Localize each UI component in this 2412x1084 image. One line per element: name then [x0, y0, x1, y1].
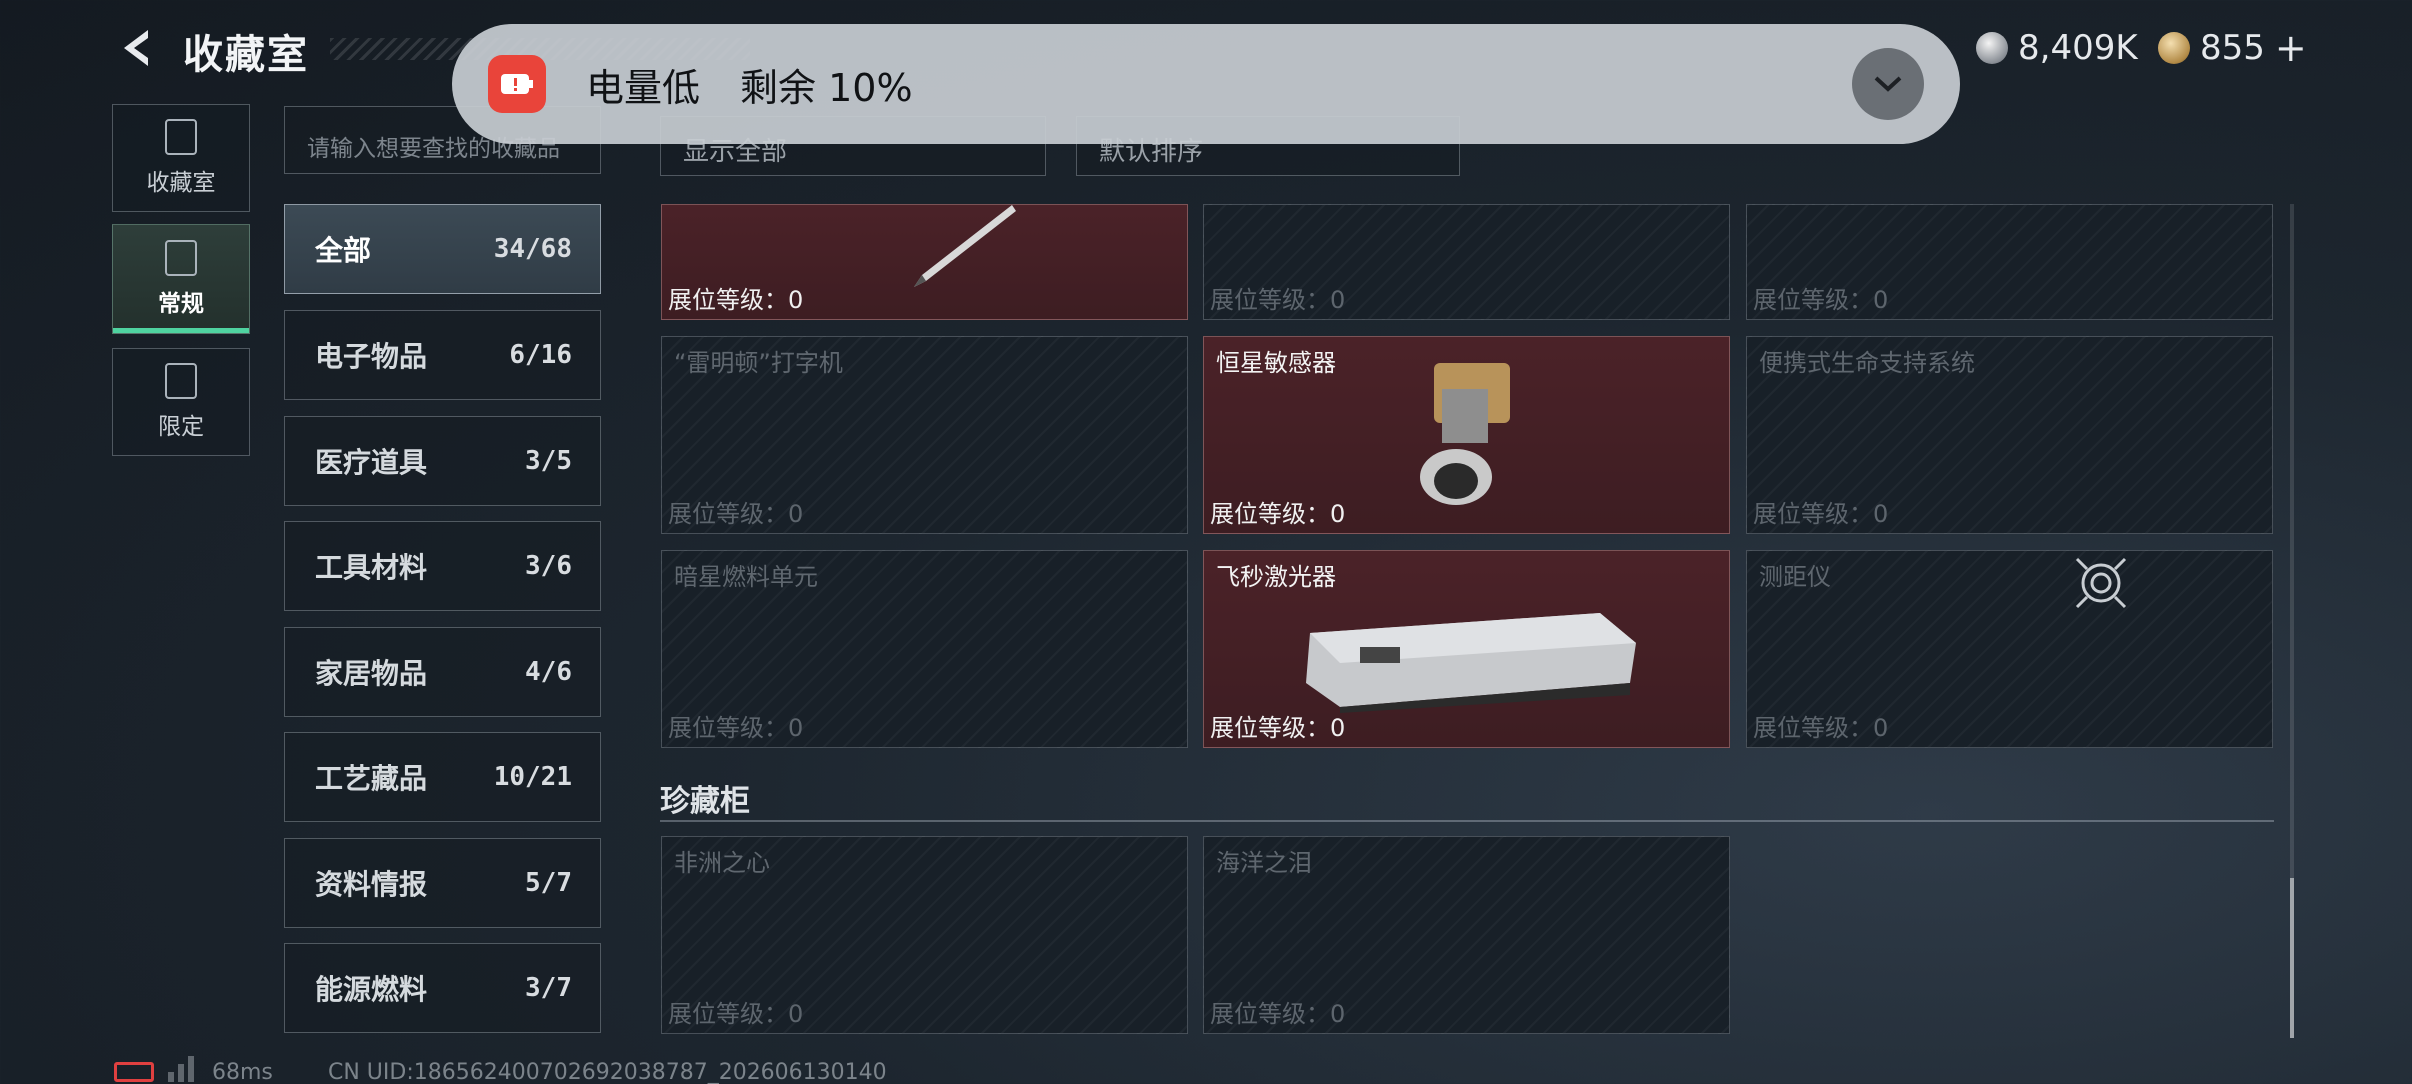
silver-coin-icon	[1976, 32, 2008, 64]
booth-level: 展位等级：0	[1753, 286, 1889, 314]
item-name: 恒星敏感器	[1216, 349, 1336, 377]
item-card-pen[interactable]: 展位等级：0	[661, 204, 1188, 320]
item-name: 海洋之泪	[1216, 849, 1312, 877]
regular-icon	[165, 240, 197, 276]
section-title: 珍藏柜	[660, 784, 750, 819]
notification-detail: 剩余 10%	[740, 65, 913, 110]
category-tools[interactable]: 工具材料 3/6	[284, 521, 601, 611]
booth-level: 展位等级：0	[1210, 714, 1346, 742]
item-name: 暗星燃料单元	[674, 563, 818, 591]
item-name: 便携式生命支持系统	[1759, 349, 1975, 377]
booth-level: 展位等级：0	[1210, 1000, 1346, 1028]
item-name: 测距仪	[1759, 563, 1831, 591]
booth-level: 展位等级：0	[668, 714, 804, 742]
item-name: 非洲之心	[674, 849, 770, 877]
gold-currency[interactable]: 855 +	[2158, 26, 2307, 70]
item-card-star-sensor[interactable]: 恒星敏感器 展位等级：0	[1203, 336, 1730, 534]
item-card-tear-of-ocean[interactable]: 海洋之泪 展位等级：0	[1203, 836, 1730, 1034]
add-currency-icon[interactable]: +	[2275, 26, 2307, 70]
category-intel[interactable]: 资料情报 5/7	[284, 838, 601, 928]
item-card-life-support[interactable]: 便携式生命支持系统 展位等级：0	[1746, 336, 2273, 534]
gold-coin-icon	[2158, 32, 2190, 64]
silver-currency: 8,409K	[1976, 26, 2138, 70]
item-card-femtosecond-laser[interactable]: 飞秒激光器 展位等级：0	[1203, 550, 1730, 748]
booth-level: 展位等级：0	[668, 286, 804, 314]
silver-amount: 8,409K	[2018, 28, 2138, 68]
category-medical[interactable]: 医疗道具 3/5	[284, 416, 601, 506]
uid-readout: CN UID:1865624007026920387​87_2026061301…	[328, 1060, 887, 1084]
booth-level: 展位等级：0	[1210, 500, 1346, 528]
nav-label: 限定	[158, 414, 204, 440]
scrollbar-thumb[interactable]	[2290, 878, 2294, 1038]
category-energy[interactable]: 能源燃料 3/7	[284, 943, 601, 1033]
booth-level: 展位等级：0	[1753, 500, 1889, 528]
booth-level: 展位等级：0	[668, 500, 804, 528]
page-title: 收藏室	[183, 32, 309, 78]
item-name: 飞秒激光器	[1216, 563, 1336, 591]
booth-level: 展位等级：0	[1753, 714, 1889, 742]
category-crafts[interactable]: 工艺藏品 10/21	[284, 732, 601, 822]
nav-collection-room[interactable]: 收藏室	[112, 104, 250, 212]
scrollbar[interactable]	[2290, 204, 2294, 1038]
category-all[interactable]: 全部 34/68	[284, 204, 601, 294]
chevron-down-icon[interactable]	[1852, 48, 1924, 120]
section-divider	[660, 820, 2274, 822]
nav-regular[interactable]: 常规	[112, 224, 250, 334]
collection-room-icon	[165, 119, 197, 155]
femtosecond-laser-item-icon	[1306, 613, 1636, 713]
item-card[interactable]: 展位等级：0	[1203, 204, 1730, 320]
battery-low-icon	[114, 1062, 154, 1082]
booth-level: 展位等级：0	[668, 1000, 804, 1028]
category-household[interactable]: 家居物品 4/6	[284, 627, 601, 717]
pen-item-icon	[914, 205, 1016, 287]
notification-title: 电量低	[586, 65, 701, 110]
ping-readout: 68ms	[212, 1060, 273, 1084]
back-arrow-icon[interactable]	[112, 24, 160, 72]
target-reticle-icon	[2075, 557, 2127, 609]
low-battery-notification[interactable]: 电量低 剩余 10%	[452, 24, 1960, 144]
item-card-heart-of-africa[interactable]: 非洲之心 展位等级：0	[661, 836, 1188, 1034]
limited-icon	[165, 363, 197, 399]
nav-limited[interactable]: 限定	[112, 348, 250, 456]
item-name: “雷明顿”打字机	[674, 349, 843, 377]
booth-level: 展位等级：0	[1210, 286, 1346, 314]
category-electronics[interactable]: 电子物品 6/16	[284, 310, 601, 400]
item-card-dark-star-fuel[interactable]: 暗星燃料单元 展位等级：0	[661, 550, 1188, 748]
star-sensor-item-icon	[1420, 363, 1510, 505]
item-card[interactable]: 展位等级：0	[1746, 204, 2273, 320]
signal-icon	[168, 1056, 194, 1082]
battery-alert-icon	[488, 55, 546, 113]
gold-amount: 855	[2200, 28, 2265, 68]
nav-label: 收藏室	[146, 170, 216, 196]
item-card-typewriter[interactable]: “雷明顿”打字机 展位等级：0	[661, 336, 1188, 534]
item-card-rangefinder[interactable]: 测距仪 展位等级：0	[1746, 550, 2273, 748]
nav-label: 常规	[158, 291, 204, 317]
